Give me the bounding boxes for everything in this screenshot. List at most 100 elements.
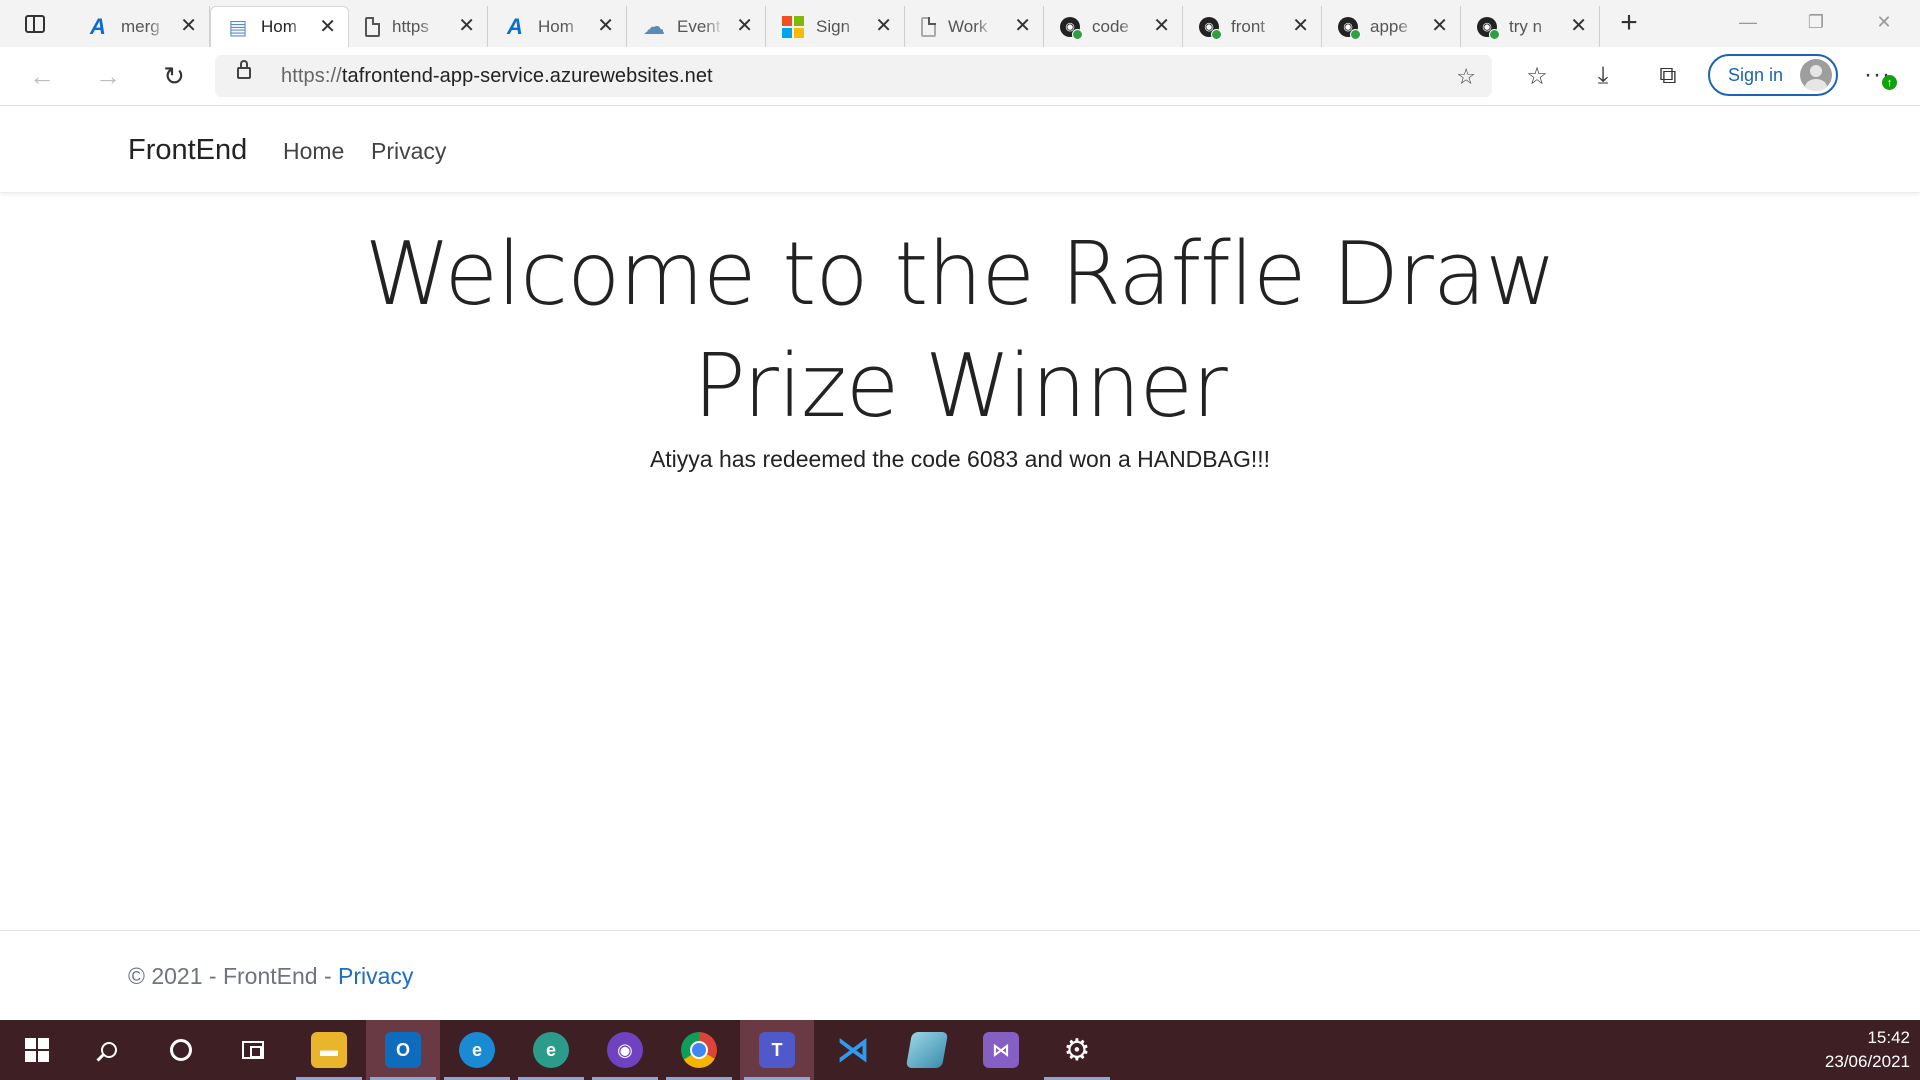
taskbar-app-edge-beta[interactable]: e xyxy=(514,1020,588,1080)
browser-tab[interactable]: ☁ Event ✕ xyxy=(627,6,766,47)
cortana-button[interactable] xyxy=(144,1020,218,1080)
page-title: Welcome to the Raffle Draw Prize Winner xyxy=(0,218,1920,442)
footer-text: © 2021 - FrontEnd - Privacy xyxy=(128,963,413,990)
refresh-button[interactable]: ↻ xyxy=(156,60,192,92)
address-bar[interactable]: https://tafrontend-app-service.azurewebs… xyxy=(215,55,1492,97)
taskbar-app-storage-explorer[interactable] xyxy=(890,1020,964,1080)
lock-icon[interactable] xyxy=(237,60,251,79)
close-icon: ✕ xyxy=(1876,11,1892,32)
taskbar-app-teams[interactable]: T xyxy=(740,1020,814,1080)
taskbar-app-vscode[interactable]: ⋊ xyxy=(816,1020,890,1080)
close-tab-icon[interactable]: ✕ xyxy=(597,15,614,37)
browser-tab[interactable]: A merg ✕ xyxy=(71,6,210,47)
close-tab-icon[interactable]: ✕ xyxy=(1570,15,1587,37)
vscode-icon: ⋊ xyxy=(836,1031,870,1069)
close-tab-icon[interactable]: ✕ xyxy=(319,16,336,38)
forward-button[interactable]: → xyxy=(90,60,126,92)
azure-icon: A xyxy=(507,13,523,39)
taskbar-search-button[interactable] xyxy=(72,1020,146,1080)
tab-title: Work xyxy=(948,16,988,36)
browser-tab[interactable]: ◉ code ✕ xyxy=(1044,6,1183,47)
close-window-button[interactable]: ✕ xyxy=(1850,0,1918,44)
avatar xyxy=(1800,59,1832,91)
taskbar-app-visual-studio[interactable]: ⋈ xyxy=(964,1020,1038,1080)
winner-message: Atiyya has redeemed the code 6083 and wo… xyxy=(649,446,1271,472)
visual-studio-icon: ⋈ xyxy=(983,1032,1019,1068)
task-view-button[interactable] xyxy=(216,1020,290,1080)
sign-in-label: Sign in xyxy=(1728,64,1784,85)
tab-title: Hom xyxy=(538,16,574,36)
outlook-icon: O xyxy=(385,1032,421,1068)
browser-tab[interactable]: https ✕ xyxy=(349,6,488,47)
windows-start-icon xyxy=(25,1038,49,1062)
back-button[interactable]: ← xyxy=(24,60,60,92)
browser-tab[interactable]: ◉ try n ✕ xyxy=(1461,6,1600,47)
taskbar-app-outlook[interactable]: O xyxy=(366,1020,440,1080)
add-favorite-icon[interactable]: ☆ xyxy=(1456,64,1476,90)
favorites-button[interactable]: ☆ xyxy=(1519,60,1555,92)
taskbar-app-github-desktop[interactable]: ◉ xyxy=(588,1020,662,1080)
cloud-icon: ☁ xyxy=(643,13,665,39)
tab-list: A merg ✕ ▤ Hom ✕ https ✕ A Hom ✕ ☁ Event… xyxy=(71,6,1600,47)
collections-icon: ⧉ xyxy=(1659,62,1677,89)
tab-title: try n xyxy=(1509,16,1543,36)
close-tab-icon[interactable]: ✕ xyxy=(1431,15,1448,37)
tab-actions-menu-button[interactable] xyxy=(17,11,53,37)
browser-tab[interactable]: Sign ✕ xyxy=(766,6,905,47)
page-title-line-1: Welcome to the Raffle Draw xyxy=(364,223,1557,325)
taskbar-app-file-explorer[interactable]: ▬ xyxy=(292,1020,366,1080)
restore-icon: ❐ xyxy=(1807,11,1825,32)
favorites-icon: ☆ xyxy=(1526,62,1548,90)
edge-icon: e xyxy=(459,1032,495,1068)
github-icon: ◉ xyxy=(1199,16,1222,40)
microsoft-icon xyxy=(782,15,804,38)
close-tab-icon[interactable]: ✕ xyxy=(736,15,753,37)
tab-title: merg xyxy=(121,16,160,36)
minimize-button[interactable]: — xyxy=(1714,0,1782,44)
url-host: tafrontend-app-service.azurewebsites.net xyxy=(341,65,713,87)
download-icon: ⤓ xyxy=(1597,62,1609,89)
github-desktop-icon: ◉ xyxy=(607,1032,643,1068)
footer-privacy-link[interactable]: Privacy xyxy=(338,963,413,989)
clock-date: 23/06/2021 xyxy=(1824,1052,1910,1071)
github-icon: ◉ xyxy=(1060,16,1083,40)
close-tab-icon[interactable]: ✕ xyxy=(1153,15,1170,37)
sign-in-button[interactable]: Sign in xyxy=(1708,54,1838,96)
azure-storage-explorer-icon xyxy=(905,1032,949,1068)
settings-icon: ⚙ xyxy=(1063,1033,1091,1067)
taskbar-app-edge[interactable]: e xyxy=(440,1020,514,1080)
browser-tab[interactable]: Work ✕ xyxy=(905,6,1044,47)
clock-time: 15:42 xyxy=(1867,1028,1910,1047)
close-tab-icon[interactable]: ✕ xyxy=(458,15,475,37)
site-brand-link[interactable]: FrontEnd xyxy=(128,134,247,167)
taskbar-app-chrome[interactable] xyxy=(662,1020,736,1080)
restore-button[interactable]: ❐ xyxy=(1782,0,1850,44)
task-view-icon xyxy=(242,1041,264,1059)
close-tab-icon[interactable]: ✕ xyxy=(1292,15,1309,37)
nav-privacy-link[interactable]: Privacy xyxy=(371,138,446,165)
browser-tab[interactable]: A Hom ✕ xyxy=(488,6,627,47)
close-tab-icon[interactable]: ✕ xyxy=(875,15,892,37)
downloads-button[interactable]: ⤓ xyxy=(1585,60,1621,92)
update-available-icon: ↑ xyxy=(1882,75,1897,90)
start-button[interactable] xyxy=(0,1020,74,1080)
tab-title: Event xyxy=(677,16,721,36)
browser-tab[interactable]: ◉ front ✕ xyxy=(1183,6,1322,47)
taskbar-app-settings[interactable]: ⚙ xyxy=(1040,1020,1114,1080)
cortana-icon xyxy=(170,1039,192,1061)
collections-button[interactable]: ⧉ xyxy=(1650,60,1686,92)
system-clock[interactable]: 15:42 23/06/2021 xyxy=(1825,1026,1910,1074)
url-text[interactable]: https://tafrontend-app-service.azurewebs… xyxy=(281,65,713,88)
close-tab-icon[interactable]: ✕ xyxy=(1014,15,1031,37)
search-icon xyxy=(101,1042,117,1058)
edge-beta-icon: e xyxy=(533,1032,569,1068)
close-tab-icon[interactable]: ✕ xyxy=(180,15,197,37)
tab-title: code xyxy=(1092,16,1129,36)
footer-copyright: © 2021 - FrontEnd - xyxy=(128,963,338,989)
nav-home-link[interactable]: Home xyxy=(283,138,344,165)
url-scheme: https:// xyxy=(281,65,342,87)
tab-title: appe xyxy=(1370,16,1408,36)
browser-tab-active[interactable]: ▤ Hom ✕ xyxy=(210,6,349,47)
new-tab-button[interactable]: + xyxy=(1612,5,1646,41)
browser-tab[interactable]: ◉ appe ✕ xyxy=(1322,6,1461,47)
